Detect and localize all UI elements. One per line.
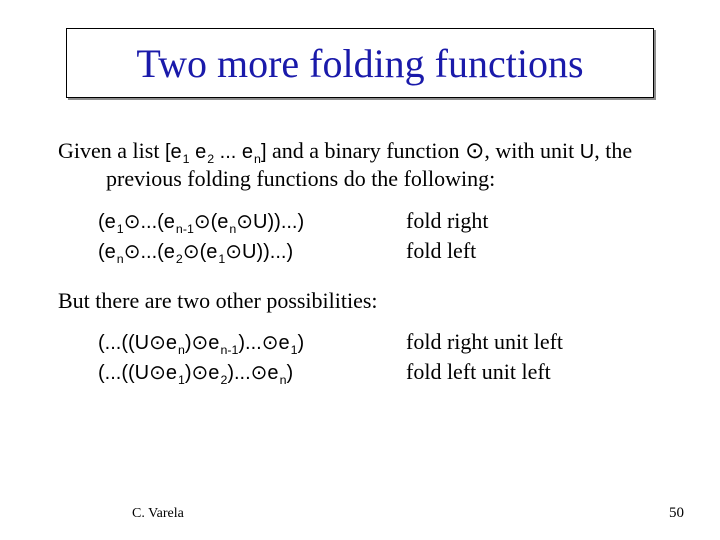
fold-row: (e1⊙...(en-1⊙(en⊙U))...) fold right: [98, 207, 670, 235]
fold-expr: (...((U⊙en)⊙en-1)...⊙e1): [98, 331, 406, 356]
fold-row: (en⊙...(e2⊙(e1⊙U))...) fold left: [98, 237, 670, 265]
expr-b: )⊙e: [185, 362, 220, 384]
expr-d: ): [286, 362, 293, 384]
intro-list-open: [e: [165, 141, 182, 163]
intro-list: [e1 e2 ... en]: [165, 141, 267, 163]
expr-a: (e: [98, 211, 116, 233]
expr-a-sub: 1: [116, 222, 124, 236]
expr-a: (...((U⊙e: [98, 362, 177, 384]
fold-block-1: (e1⊙...(en-1⊙(en⊙U))...) fold right (en⊙…: [98, 207, 670, 265]
fold-label: fold right: [406, 207, 489, 235]
slide-title: Two more folding functions: [136, 40, 583, 87]
footer-author: C. Varela: [132, 506, 184, 522]
fold-expr: (e1⊙...(en-1⊙(en⊙U))...): [98, 210, 406, 235]
expr-c: ⊙(e: [194, 211, 229, 233]
expr-c: )...⊙e: [227, 362, 278, 384]
mid-paragraph: But there are two other possibilities:: [58, 287, 670, 315]
expr-b: )⊙e: [185, 332, 220, 354]
expr-a-sub: n: [177, 343, 185, 357]
expr-c: )...⊙e: [238, 332, 289, 354]
intro-after-op: , with unit: [484, 138, 579, 163]
fold-expr: (...((U⊙e1)⊙e2)...⊙en): [98, 361, 406, 386]
slide: Two more folding functions Given a list …: [0, 0, 720, 540]
expr-a-sub: 1: [177, 373, 185, 387]
expr-b-sub: n-1: [219, 343, 238, 357]
expr-b: ⊙...(e: [124, 211, 175, 233]
body: Given a list [e1 e2 ... en] and a binary…: [58, 136, 670, 408]
intro-prefix: Given a list: [58, 138, 165, 163]
intro-sub1: 1: [182, 152, 190, 166]
intro-e2: e: [190, 141, 207, 163]
expr-d: ⊙U))...): [236, 211, 304, 233]
intro-paragraph: Given a list [e1 e2 ... en] and a binary…: [58, 136, 670, 193]
fold-expr: (en⊙...(e2⊙(e1⊙U))...): [98, 240, 406, 265]
expr-b-sub: n-1: [175, 222, 194, 236]
expr-a: (...((U⊙e: [98, 332, 177, 354]
intro-mid: and a binary function: [267, 138, 466, 163]
expr-b-sub: 2: [175, 252, 183, 266]
fold-block-2: (...((U⊙en)⊙en-1)...⊙e1) fold right unit…: [98, 328, 670, 386]
intro-subn: n: [253, 152, 261, 166]
expr-d: ): [297, 332, 304, 354]
fold-label: fold left: [406, 237, 476, 265]
expr-c: ⊙(e: [183, 241, 218, 263]
fold-row: (...((U⊙en)⊙en-1)...⊙e1) fold right unit…: [98, 328, 670, 356]
expr-b: ⊙...(e: [124, 241, 175, 263]
intro-unit: U: [580, 141, 594, 163]
expr-a: (e: [98, 241, 116, 263]
intro-dots: ... e: [214, 141, 253, 163]
fold-row: (...((U⊙e1)⊙e2)...⊙en) fold left unit le…: [98, 358, 670, 386]
page-number: 50: [669, 505, 684, 522]
fold-label: fold right unit left: [406, 328, 563, 356]
expr-d: ⊙U))...): [225, 241, 293, 263]
fold-label: fold left unit left: [406, 358, 551, 386]
expr-a-sub: n: [116, 252, 124, 266]
operator-symbol: ⊙: [465, 137, 484, 163]
intro-sub2: 2: [206, 152, 214, 166]
title-container: Two more folding functions: [66, 28, 654, 98]
